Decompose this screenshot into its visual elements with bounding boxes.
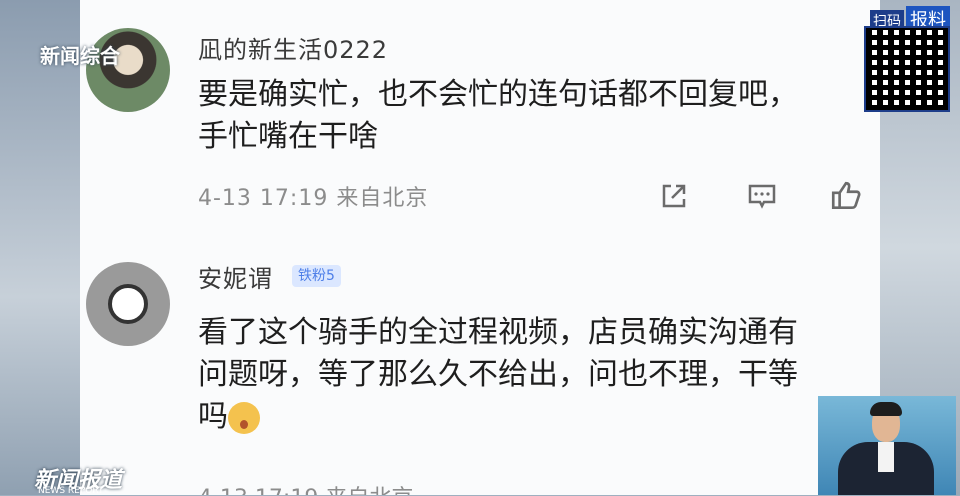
comment-username[interactable]: 安妮谓 — [198, 259, 273, 294]
comment-text-line: 看了这个骑手的全过程视频，店员确实沟通有 — [198, 315, 798, 350]
interpreter-hair — [870, 402, 902, 416]
channel-logo: 新闻综合 — [40, 44, 120, 68]
interpreter-shirt — [878, 442, 894, 472]
comment-text-line: 吗 — [198, 396, 878, 438]
qr-code-icon — [864, 26, 950, 112]
comment-text-last: 吗 — [198, 399, 228, 434]
comment-username[interactable]: 凪的新生活0222 — [198, 30, 388, 65]
share-icon[interactable] — [656, 178, 692, 214]
tv-background-left — [0, 0, 80, 495]
avatar[interactable] — [86, 262, 170, 346]
comment-text: 要是确实忙，也不会忙的连句话都不回复吧， 手忙嘴在干啥 — [198, 74, 878, 158]
cd-icon — [108, 284, 148, 324]
comment-list: 凪的新生活0222 要是确实忙，也不会忙的连句话都不回复吧， 手忙嘴在干啥 4-… — [80, 0, 880, 495]
comment-meta: 4-13 17:19 来自北京 — [198, 480, 413, 495]
comment-text-line: 手忙嘴在干啥 — [198, 119, 378, 154]
comment-text-line: 问题呀，等了那么久不给出，问也不理，干等 — [198, 357, 798, 392]
like-icon[interactable] — [828, 178, 864, 214]
comment-text-line: 要是确实忙，也不会忙的连句话都不回复吧， — [198, 77, 798, 112]
surprised-emoji-icon — [228, 401, 260, 434]
comment-text: 看了这个骑手的全过程视频，店员确实沟通有 问题呀，等了那么久不给出，问也不理，干… — [198, 312, 878, 438]
comment-icon[interactable] — [744, 178, 780, 214]
sign-language-interpreter — [818, 396, 956, 495]
fan-badge: 铁粉5 — [292, 265, 341, 287]
comment-meta: 4-13 17:19 来自北京 — [198, 186, 429, 211]
